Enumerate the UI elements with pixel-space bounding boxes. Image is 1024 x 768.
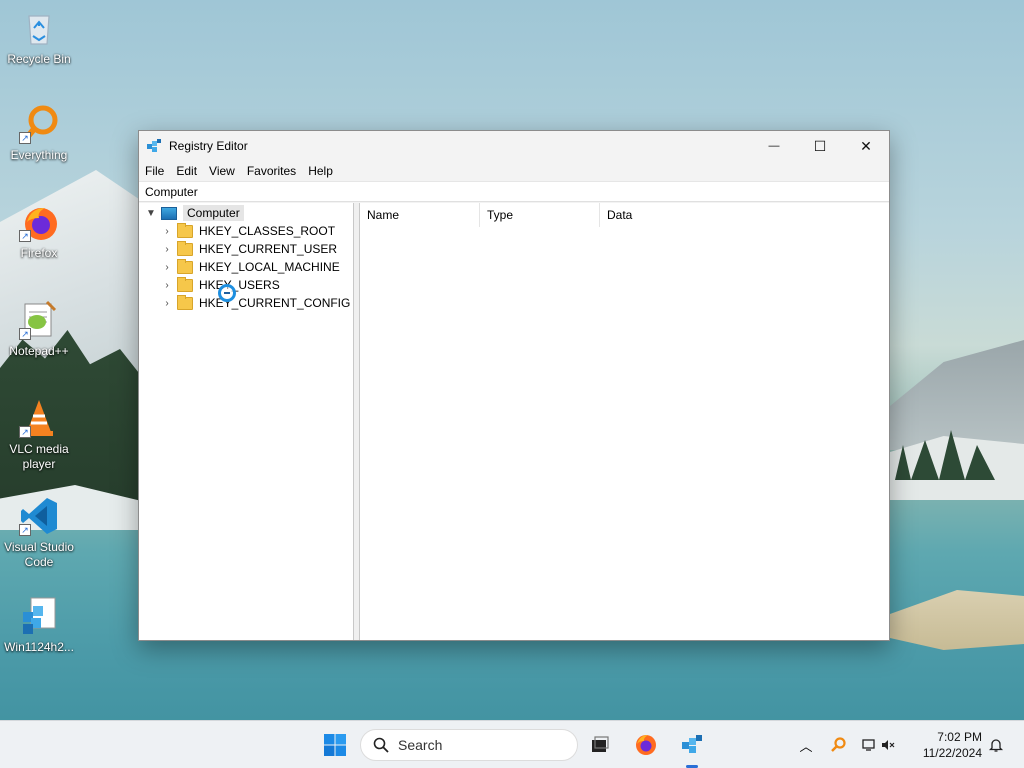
registry-editor-window[interactable]: Registry Editor — ☐ ✕ File Edit View Fav… <box>138 130 890 641</box>
folder-icon <box>177 222 193 238</box>
shortcut-arrow-icon: ↗ <box>19 426 31 438</box>
menu-favorites[interactable]: Favorites <box>243 164 304 178</box>
tree-item-label: HKEY_CURRENT_USER <box>199 242 338 256</box>
notifications-button[interactable] <box>986 725 1006 765</box>
folder-icon <box>177 294 193 310</box>
desktop-icon-everything[interactable]: ↗ Everything <box>4 104 74 163</box>
maximize-icon: ☐ <box>813 137 827 154</box>
tree-item-hkey-current-user[interactable]: › HKEY_CURRENT_USER <box>161 240 337 258</box>
task-view-button[interactable] <box>586 725 614 765</box>
notepadpp-icon: ↗ <box>19 300 59 340</box>
desktop-icon-vlc[interactable]: ↗ VLC media player <box>4 398 74 472</box>
everything-search-icon <box>831 737 846 752</box>
bell-icon <box>988 739 1004 752</box>
recycle-bin-icon <box>19 8 59 48</box>
desktop-icon-notepadpp[interactable]: ↗ Notepad++ <box>4 300 74 359</box>
desktop-icon-registry-file[interactable]: Win1124h2... <box>4 596 74 655</box>
values-list-pane[interactable]: Name Type Data <box>359 202 889 640</box>
maximize-button[interactable]: ☐ <box>797 131 843 161</box>
chevron-up-icon: ︿ <box>799 738 813 754</box>
taskbar: Search ︿ 7:02 PM 11/22/2024 <box>0 720 1024 768</box>
volume-muted-icon <box>882 740 895 750</box>
everything-search-icon: ↗ <box>19 104 59 144</box>
desktop-icon-recycle-bin[interactable]: Recycle Bin <box>4 8 74 67</box>
tray-everything[interactable] <box>828 725 848 765</box>
close-icon: ✕ <box>860 137 872 154</box>
search-icon <box>373 737 389 753</box>
desktop-icon-firefox[interactable]: ↗ Firefox <box>4 202 74 261</box>
taskbar-search-box[interactable]: Search <box>360 729 578 761</box>
column-headers: Name Type Data <box>360 202 889 227</box>
desktop-icon-vscode[interactable]: ↗ Visual Studio Code <box>4 496 74 570</box>
menu-view[interactable]: View <box>205 164 243 178</box>
shortcut-arrow-icon: ↗ <box>19 328 31 340</box>
clock-time: 7:02 PM <box>937 730 982 744</box>
chevron-down-icon[interactable]: ▼ <box>145 208 157 219</box>
folder-icon <box>177 276 193 292</box>
tree-item-label: HKEY_USERS <box>199 278 280 292</box>
tree-item-hkey-local-machine[interactable]: › HKEY_LOCAL_MACHINE <box>161 258 340 276</box>
network-icon <box>862 739 875 751</box>
tree-item-hkey-current-config[interactable]: › HKEY_CURRENT_CONFIG <box>161 294 350 312</box>
menu-file[interactable]: File <box>145 164 172 178</box>
chevron-right-icon[interactable]: › <box>161 280 173 291</box>
vscode-icon: ↗ <box>19 496 59 536</box>
column-header-data[interactable]: Data <box>600 203 720 227</box>
firefox-icon <box>636 735 656 755</box>
window-title: Registry Editor <box>169 139 248 153</box>
folder-icon <box>177 240 193 256</box>
taskbar-registry-editor[interactable] <box>678 725 706 765</box>
registry-file-icon <box>19 596 59 636</box>
taskbar-clock[interactable]: 7:02 PM 11/22/2024 <box>923 729 982 761</box>
tree-item-label: HKEY_CLASSES_ROOT <box>199 224 336 238</box>
menu-edit[interactable]: Edit <box>172 164 205 178</box>
task-view-icon <box>592 736 609 752</box>
shortcut-arrow-icon: ↗ <box>19 524 31 536</box>
chevron-right-icon[interactable]: › <box>161 262 173 273</box>
minimize-icon: — <box>768 140 780 152</box>
tree-item-computer[interactable]: ▼ Computer <box>145 204 244 222</box>
title-bar[interactable]: Registry Editor — ☐ ✕ <box>139 131 889 161</box>
column-header-name[interactable]: Name <box>360 202 480 227</box>
column-header-type[interactable]: Type <box>480 202 600 227</box>
wallpaper-grass-right <box>890 590 1024 650</box>
menu-help[interactable]: Help <box>304 164 341 178</box>
menu-bar: File Edit View Favorites Help <box>139 161 889 181</box>
chevron-right-icon[interactable]: › <box>161 226 173 237</box>
vlc-icon: ↗ <box>19 398 59 438</box>
wallpaper-mountain-right <box>890 340 1024 450</box>
key-tree-pane[interactable]: ▼ Computer › HKEY_CLASSES_ROOT › HKEY_CU… <box>139 203 354 640</box>
taskbar-firefox[interactable] <box>632 725 660 765</box>
address-text: Computer <box>145 184 198 199</box>
search-placeholder: Search <box>398 737 443 753</box>
tray-network-volume[interactable] <box>858 725 898 765</box>
registry-editor-icon <box>147 139 161 152</box>
chevron-right-icon[interactable]: › <box>161 298 173 309</box>
firefox-icon: ↗ <box>19 202 59 242</box>
windows-start-icon <box>324 734 346 756</box>
address-bar[interactable]: Computer <box>139 181 889 202</box>
shortcut-arrow-icon: ↗ <box>19 230 31 242</box>
computer-icon <box>161 206 177 220</box>
tree-item-label: HKEY_LOCAL_MACHINE <box>199 260 340 274</box>
start-button[interactable] <box>318 725 352 765</box>
tree-item-hkey-classes-root[interactable]: › HKEY_CLASSES_ROOT <box>161 222 335 240</box>
busy-cursor-icon <box>218 284 236 302</box>
folder-icon <box>177 258 193 274</box>
minimize-button[interactable]: — <box>751 131 797 161</box>
close-button[interactable]: ✕ <box>843 131 889 161</box>
chevron-right-icon[interactable]: › <box>161 244 173 255</box>
show-hidden-icons-button[interactable]: ︿ <box>796 725 816 765</box>
editor-panes: ▼ Computer › HKEY_CLASSES_ROOT › HKEY_CU… <box>139 202 889 640</box>
tree-item-label: Computer <box>183 205 244 221</box>
registry-editor-icon <box>682 735 702 753</box>
clock-date: 11/22/2024 <box>922 746 982 760</box>
shortcut-arrow-icon: ↗ <box>19 132 31 144</box>
